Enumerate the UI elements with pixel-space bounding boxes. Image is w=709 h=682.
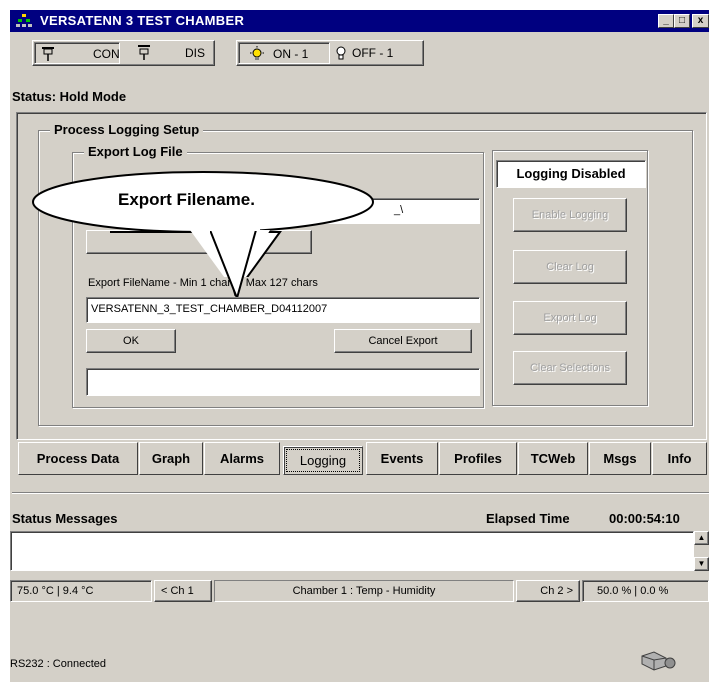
ok-button[interactable]: OK [86, 329, 176, 353]
export-message-field [86, 368, 480, 396]
clear-log-button[interactable]: Clear Log [513, 250, 627, 284]
window-title: VERSATENN 3 TEST CHAMBER [40, 13, 245, 28]
scroll-up-icon[interactable]: ▲ [694, 531, 709, 545]
logging-status-label: Logging Disabled [496, 160, 646, 188]
prev-channel-button[interactable]: < Ch 1 [154, 580, 212, 602]
dis-label: DIS [185, 46, 206, 60]
app-icon [16, 14, 32, 27]
callout-text: Export Filename. [118, 190, 255, 209]
disconnect-button[interactable]: DIS [125, 42, 211, 64]
filename-hint-text: Export FileName - Min 1 chars / Max 127 … [88, 277, 318, 289]
status-text: Status: Hold Mode [12, 89, 127, 104]
elapsed-time-label: Elapsed Time [486, 511, 570, 526]
tab-process-data[interactable]: Process Data [18, 442, 138, 475]
tab-info[interactable]: Info [652, 442, 707, 475]
next-channel-button[interactable]: Ch 2 > [516, 580, 580, 602]
export-filename-input[interactable]: VERSATENN_3_TEST_CHAMBER_D04112007 [86, 297, 480, 323]
close-icon: x [697, 15, 704, 26]
output-off-button[interactable]: OFF - 1 [332, 42, 420, 64]
plug-connected-icon [42, 47, 54, 61]
tab-events[interactable]: Events [366, 442, 438, 475]
maximize-button[interactable]: □ [674, 14, 690, 28]
tab-msgs[interactable]: Msgs [589, 442, 651, 475]
tab-alarms[interactable]: Alarms [204, 442, 280, 475]
chamber-label: Chamber 1 : Temp - Humidity [214, 580, 514, 602]
connection-status: RS232 : Connected [10, 658, 107, 670]
lightbulb-on-icon [250, 46, 264, 60]
connect-button[interactable]: CON [34, 42, 120, 64]
scroll-down-icon[interactable]: ▼ [694, 557, 709, 571]
off-label: OFF - 1 [352, 46, 394, 60]
serial-cable-icon [641, 651, 676, 671]
tab-graph[interactable]: Graph [139, 442, 203, 475]
export-log-button[interactable]: Export Log [513, 301, 627, 335]
enable-logging-button[interactable]: Enable Logging [513, 198, 627, 232]
minimize-button[interactable]: _ [658, 14, 674, 28]
ch1-readout: 75.0 °C | 9.4 °C [10, 580, 152, 602]
title-bar[interactable]: VERSATENN 3 TEST CHAMBER [10, 10, 709, 32]
callout-pointer [210, 228, 260, 300]
tab-logging[interactable]: Logging [283, 446, 363, 475]
tab-profiles[interactable]: Profiles [439, 442, 517, 475]
output-on-button[interactable]: ON - 1 [238, 42, 330, 64]
maximize-icon: □ [678, 15, 686, 26]
minimize-icon: _ [663, 15, 669, 26]
process-logging-title: Process Logging Setup [50, 122, 204, 137]
separator [12, 492, 709, 494]
elapsed-time-value: 00:00:54:10 [609, 511, 680, 526]
status-scrollbar[interactable]: ▲ ▼ [694, 531, 709, 571]
status-messages-title: Status Messages [12, 511, 118, 526]
on-label: ON - 1 [273, 47, 309, 61]
lightbulb-off-icon [336, 46, 346, 60]
export-filename-value: VERSATENN_3_TEST_CHAMBER_D04112007 [91, 303, 328, 315]
cancel-export-button[interactable]: Cancel Export [334, 329, 472, 353]
filename-hint: Export FileName - Min 1 chars / Max 127 … [88, 277, 318, 289]
plug-disconnected-icon [138, 45, 150, 60]
con-label: CON [93, 47, 120, 61]
tab-tcweb[interactable]: TCWeb [518, 442, 588, 475]
ch2-readout: 50.0 % | 0.0 % [582, 580, 709, 602]
status-messages-box [10, 531, 694, 571]
export-log-title: Export Log File [84, 144, 187, 159]
clear-selections-button[interactable]: Clear Selections [513, 351, 627, 385]
close-button[interactable]: x [692, 14, 709, 28]
